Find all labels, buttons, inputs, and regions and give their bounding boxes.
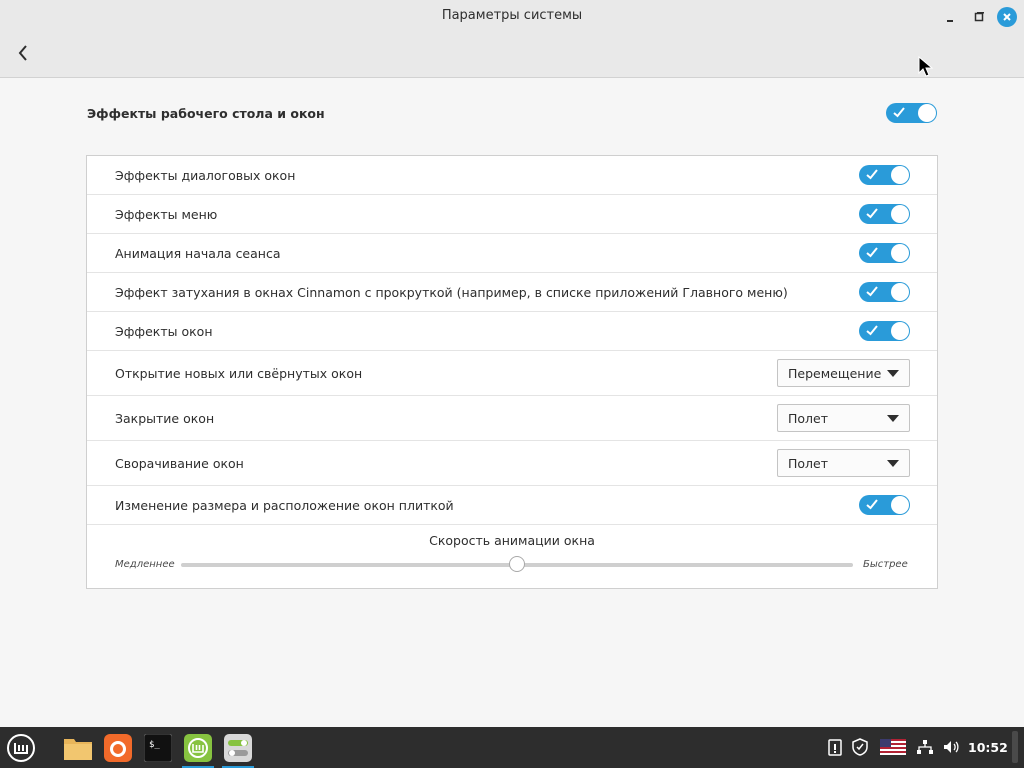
minimize-icon — [947, 20, 953, 22]
chevron-left-icon — [18, 45, 27, 61]
title-bar: Параметры системы — [0, 0, 1024, 78]
mouse-pointer-icon — [918, 56, 934, 77]
speed-faster-label: Быстрее — [863, 559, 908, 570]
check-icon — [866, 325, 878, 336]
row-label: Эффекты диалоговых окон — [115, 168, 296, 183]
row-fade-scroll-effect: Эффект затухания в окнах Cinnamon с прок… — [87, 273, 937, 312]
switch-knob — [891, 205, 909, 223]
terminal-icon: $_ — [144, 734, 172, 762]
sound-tray[interactable] — [941, 737, 961, 757]
files-icon — [64, 739, 92, 760]
check-icon — [866, 169, 878, 180]
effects-settings-panel: Эффекты диалоговых окон Эффекты меню Ани… — [86, 155, 938, 589]
system-settings-icon — [224, 734, 252, 762]
check-icon — [866, 499, 878, 510]
row-label: Сворачивание окон — [115, 456, 244, 471]
firefox-launcher[interactable] — [100, 730, 136, 766]
window-effects-switch[interactable] — [859, 321, 910, 341]
row-window-effects: Эффекты окон — [87, 312, 937, 351]
mintupdate-launcher[interactable] — [180, 730, 216, 768]
row-menu-effects: Эффекты меню — [87, 195, 937, 234]
dropdown-value: Полет — [788, 455, 829, 471]
row-label: Открытие новых или свёрнутых окон — [115, 366, 363, 381]
terminal-launcher[interactable]: $_ — [140, 730, 176, 766]
master-effects-switch[interactable] — [886, 103, 937, 123]
switch-knob — [891, 283, 909, 301]
animation-speed-slider-handle[interactable] — [509, 556, 525, 572]
maximize-icon — [974, 12, 984, 22]
switch-knob — [918, 104, 936, 122]
dialog-effects-switch[interactable] — [859, 165, 910, 185]
check-icon — [866, 208, 878, 219]
menu-icon — [7, 734, 35, 762]
resize-tile-effect-switch[interactable] — [859, 495, 910, 515]
speed-slower-label: Медленнее — [115, 559, 175, 570]
us-flag-icon — [880, 739, 906, 755]
row-session-start-animation: Анимация начала сеанса — [87, 234, 937, 273]
taskbar: $_ 10:52 — [0, 727, 1024, 768]
network-tray[interactable] — [915, 737, 935, 757]
shield-icon — [852, 738, 868, 756]
minimize-button[interactable] — [940, 7, 960, 27]
files-launcher[interactable] — [60, 730, 96, 766]
svg-text:$_: $_ — [149, 740, 160, 750]
dropdown-arrow-icon — [887, 460, 899, 467]
dropdown-arrow-icon — [887, 415, 899, 422]
close-icon — [1003, 13, 1011, 21]
mintupdate-icon — [184, 734, 212, 762]
row-label: Эффекты меню — [115, 207, 218, 222]
switch-knob — [891, 496, 909, 514]
dropdown-value: Полет — [788, 410, 829, 426]
row-label: Эффекты окон — [115, 324, 213, 339]
row-dialog-effects: Эффекты диалоговых окон — [87, 156, 937, 195]
fade-scroll-effect-switch[interactable] — [859, 282, 910, 302]
row-label: Эффект затухания в окнах Cinnamon с прок… — [115, 285, 788, 300]
main-menu-button[interactable] — [3, 730, 39, 766]
back-button[interactable] — [8, 38, 38, 68]
row-label: Закрытие окон — [115, 411, 215, 426]
update-manager-tray[interactable] — [850, 737, 870, 757]
switch-knob — [891, 322, 909, 340]
master-switch-track[interactable] — [886, 103, 937, 123]
open-window-effect-dropdown[interactable]: Перемещение — [777, 359, 910, 387]
window-title: Параметры системы — [441, 8, 583, 23]
clipboard-alert-icon — [828, 739, 842, 756]
switch-knob — [891, 166, 909, 184]
check-icon — [866, 286, 878, 297]
session-start-animation-switch[interactable] — [859, 243, 910, 263]
network-wired-icon — [917, 740, 933, 754]
system-settings-launcher[interactable] — [220, 730, 256, 768]
check-icon — [893, 107, 905, 118]
dropdown-arrow-icon — [887, 370, 899, 377]
keyboard-layout-tray[interactable] — [880, 737, 906, 757]
minimize-window-effect-dropdown[interactable]: Полет — [777, 449, 910, 477]
close-button[interactable] — [997, 7, 1017, 27]
switch-knob — [891, 244, 909, 262]
row-label: Анимация начала сеанса — [115, 246, 281, 261]
show-desktop-button[interactable] — [1012, 731, 1018, 763]
volume-icon — [944, 741, 959, 753]
clock[interactable]: 10:52 — [968, 740, 1008, 755]
animation-speed-title: Скорость анимации окна — [429, 533, 595, 548]
maximize-button[interactable] — [969, 7, 989, 27]
menu-effects-switch[interactable] — [859, 204, 910, 224]
check-icon — [866, 247, 878, 258]
row-close-window-effect: Закрытие окон Полет — [87, 396, 937, 441]
row-minimize-window-effect: Сворачивание окон Полет — [87, 441, 937, 486]
dropdown-value: Перемещение — [788, 365, 882, 381]
row-resize-tile-effect: Изменение размера и расположение окон пл… — [87, 486, 937, 525]
row-label: Изменение размера и расположение окон пл… — [115, 498, 454, 513]
notifications-tray[interactable] — [825, 737, 845, 757]
master-effects-label: Эффекты рабочего стола и окон — [87, 106, 325, 121]
row-open-window-effect: Открытие новых или свёрнутых окон Переме… — [87, 351, 937, 396]
close-window-effect-dropdown[interactable]: Полет — [777, 404, 910, 432]
firefox-icon — [104, 734, 132, 762]
